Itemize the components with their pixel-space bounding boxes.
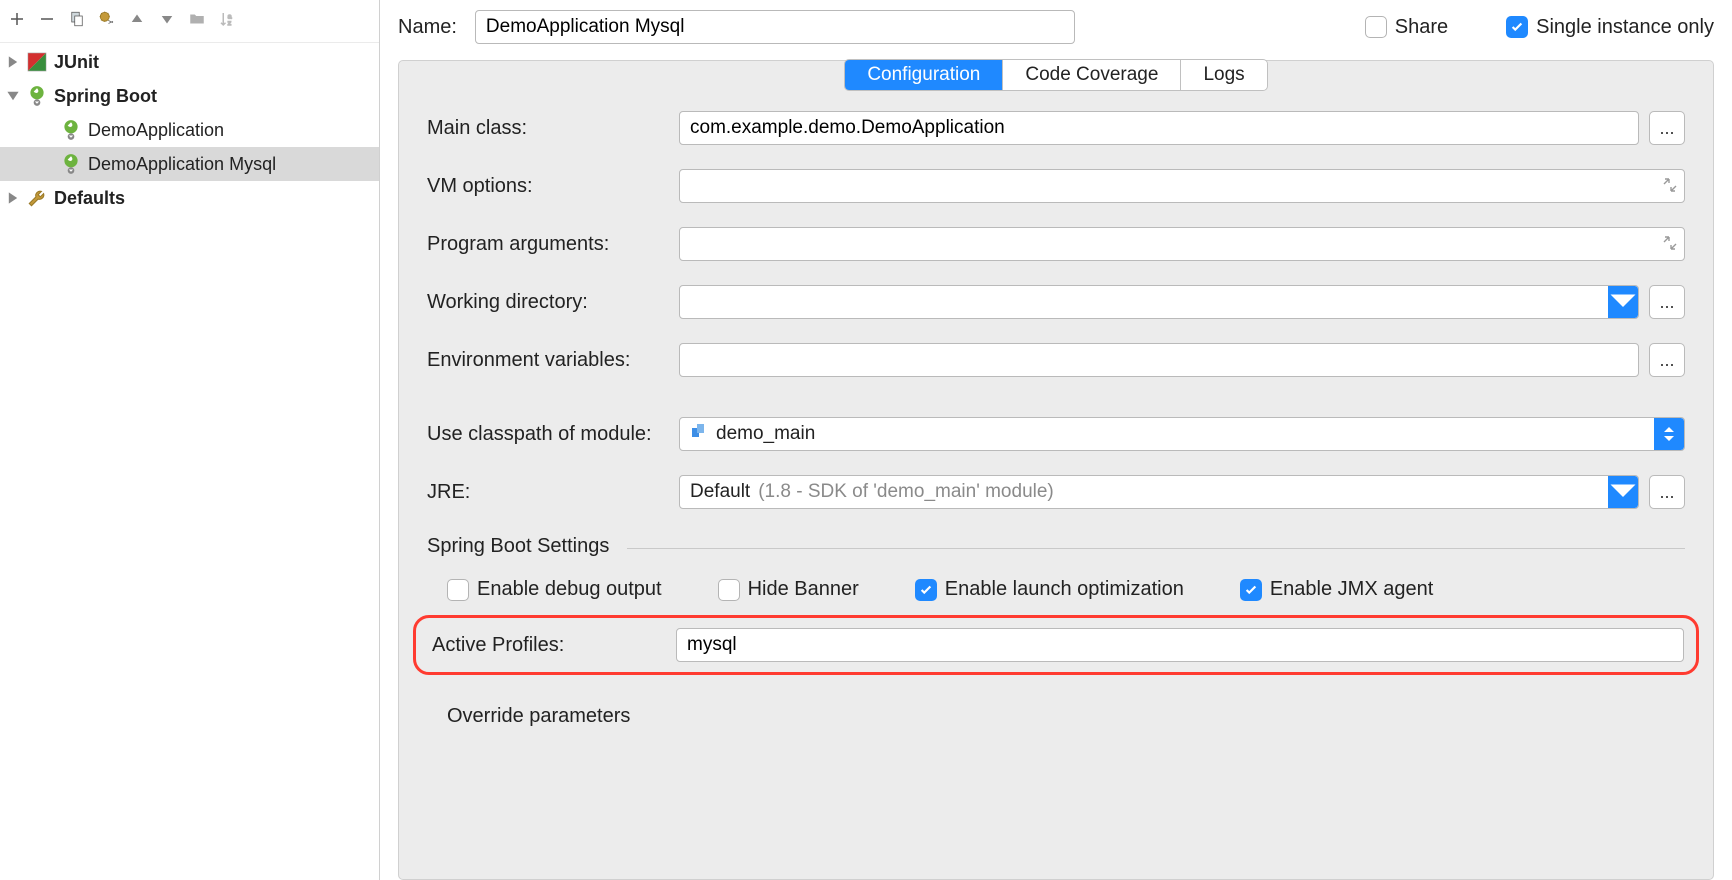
main-class-input[interactable]: [679, 111, 1639, 145]
vm-options-input[interactable]: [679, 169, 1685, 203]
wrench-icon: [26, 187, 48, 209]
config-form: Main class: ... VM options: Program argu…: [399, 93, 1713, 728]
checkbox-icon: [447, 579, 469, 601]
tree-item-springboot[interactable]: Spring Boot: [0, 79, 379, 113]
tab-code-coverage[interactable]: Code Coverage: [1002, 60, 1180, 90]
hide-banner-label: Hide Banner: [748, 578, 859, 601]
program-args-input[interactable]: [679, 227, 1685, 261]
copy-config-button[interactable]: [64, 6, 90, 32]
springboot-section-title: Spring Boot Settings: [427, 535, 1685, 558]
name-label: Name:: [398, 16, 457, 39]
share-checkbox[interactable]: Share: [1365, 16, 1448, 39]
svg-text:a: a: [228, 13, 232, 20]
classpath-select[interactable]: demo_main: [679, 417, 1685, 451]
checkbox-icon: [1365, 16, 1387, 38]
vm-options-label: VM options:: [427, 175, 663, 198]
settings-button[interactable]: [94, 6, 120, 32]
configurations-sidebar: az JUnit Spring Boot DemoApplication Dem…: [0, 0, 380, 880]
checkbox-icon: [1240, 579, 1262, 601]
updown-icon: [1654, 418, 1684, 450]
checkbox-icon: [915, 579, 937, 601]
move-down-button[interactable]: [154, 6, 180, 32]
tree-item-demoapp-mysql[interactable]: DemoApplication Mysql: [0, 147, 379, 181]
override-params-label: Override parameters: [427, 705, 1685, 728]
tree-item-label: Defaults: [54, 188, 373, 209]
browse-jre-button[interactable]: ...: [1649, 475, 1685, 509]
folder-button[interactable]: [184, 6, 210, 32]
move-up-button[interactable]: [124, 6, 150, 32]
debug-output-label: Enable debug output: [477, 578, 662, 601]
remove-config-button[interactable]: [34, 6, 60, 32]
spring-icon: [60, 119, 82, 141]
collapse-arrow-icon: [6, 89, 20, 103]
debug-output-checkbox[interactable]: Enable debug output: [447, 578, 662, 601]
classpath-value: demo_main: [716, 423, 815, 445]
tree-item-label: JUnit: [54, 52, 373, 73]
hide-banner-checkbox[interactable]: Hide Banner: [718, 578, 859, 601]
checkbox-icon: [1506, 16, 1528, 38]
tabbar: Configuration Code Coverage Logs: [399, 59, 1713, 91]
config-editor: Name: Share Single instance only Configu…: [380, 0, 1732, 880]
module-icon: [690, 422, 708, 446]
jre-value: Default: [690, 481, 750, 503]
single-instance-label: Single instance only: [1536, 16, 1714, 39]
chevron-down-icon: [1608, 286, 1638, 318]
share-label: Share: [1395, 16, 1448, 39]
active-profiles-input[interactable]: [676, 628, 1684, 662]
launch-opt-checkbox[interactable]: Enable launch optimization: [915, 578, 1184, 601]
single-instance-checkbox[interactable]: Single instance only: [1506, 16, 1714, 39]
sort-button[interactable]: az: [214, 6, 240, 32]
classpath-label: Use classpath of module:: [427, 423, 663, 446]
config-content: Configuration Code Coverage Logs Main cl…: [398, 60, 1714, 880]
working-dir-input[interactable]: [679, 285, 1639, 319]
active-profiles-row: Active Profiles:: [413, 615, 1699, 675]
spring-icon: [26, 85, 48, 107]
config-name-input[interactable]: [475, 10, 1075, 44]
tree-item-label: DemoApplication: [88, 120, 373, 141]
jmx-label: Enable JMX agent: [1270, 578, 1433, 601]
spring-icon: [60, 153, 82, 175]
tree-item-label: Spring Boot: [54, 86, 373, 107]
expand-arrow-icon: [6, 191, 20, 205]
expand-arrow-icon: [6, 55, 20, 69]
program-args-label: Program arguments:: [427, 233, 663, 256]
chevron-down-icon: [1608, 476, 1638, 508]
svg-text:z: z: [228, 20, 232, 27]
jre-select[interactable]: Default (1.8 - SDK of 'demo_main' module…: [679, 475, 1639, 509]
name-bar: Name: Share Single instance only: [398, 10, 1714, 60]
browse-working-dir-button[interactable]: ...: [1649, 285, 1685, 319]
browse-main-class-button[interactable]: ...: [1649, 111, 1685, 145]
tree-item-label: DemoApplication Mysql: [88, 154, 373, 175]
tab-logs[interactable]: Logs: [1180, 60, 1266, 90]
launch-opt-label: Enable launch optimization: [945, 578, 1184, 601]
active-profiles-label: Active Profiles:: [424, 634, 660, 657]
jre-hint: (1.8 - SDK of 'demo_main' module): [758, 481, 1054, 503]
env-vars-input[interactable]: [679, 343, 1639, 377]
config-tree: JUnit Spring Boot DemoApplication DemoAp…: [0, 43, 379, 880]
env-vars-label: Environment variables:: [427, 349, 663, 372]
checkbox-icon: [718, 579, 740, 601]
browse-env-button[interactable]: ...: [1649, 343, 1685, 377]
working-dir-label: Working directory:: [427, 291, 663, 314]
jmx-checkbox[interactable]: Enable JMX agent: [1240, 578, 1433, 601]
expand-icon: [1662, 235, 1678, 254]
expand-icon: [1662, 177, 1678, 196]
sidebar-toolbar: az: [0, 0, 379, 43]
tab-configuration[interactable]: Configuration: [845, 60, 1002, 90]
tree-item-junit[interactable]: JUnit: [0, 45, 379, 79]
main-class-label: Main class:: [427, 117, 663, 140]
junit-icon: [26, 51, 48, 73]
tree-item-demoapp[interactable]: DemoApplication: [0, 113, 379, 147]
jre-label: JRE:: [427, 481, 663, 504]
add-config-button[interactable]: [4, 6, 30, 32]
tree-item-defaults[interactable]: Defaults: [0, 181, 379, 215]
